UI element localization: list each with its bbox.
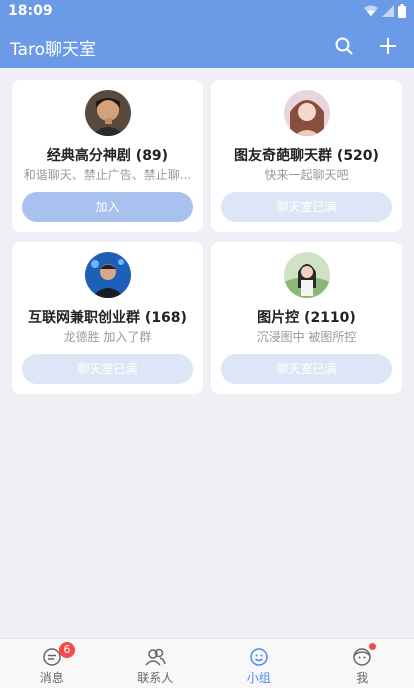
smile-icon — [250, 648, 268, 666]
group-avatar — [84, 252, 131, 298]
unread-badge: 6 — [59, 642, 75, 658]
tab-contacts[interactable]: 联系人 — [104, 639, 208, 688]
battery-icon — [398, 4, 406, 18]
group-avatar — [283, 90, 330, 136]
tab-label: 联系人 — [137, 671, 174, 685]
group-name: 经典高分神剧 (89) — [46, 148, 169, 164]
status-time: 18:09 — [8, 3, 53, 19]
tab-label: 我 — [356, 671, 369, 685]
app-bar: Taro聊天室 — [0, 24, 414, 68]
search-icon — [335, 37, 353, 55]
chatroom-full-button[interactable]: 聊天室已满 — [221, 354, 392, 384]
tab-label: 消息 — [39, 671, 64, 685]
tab-label: 小组 — [246, 671, 271, 685]
chatroom-full-button[interactable]: 聊天室已满 — [221, 192, 392, 222]
status-bar: 18:09 — [0, 0, 414, 24]
group-description: 沉浸图中 被图所控 — [256, 330, 357, 344]
wifi-icon — [364, 5, 378, 16]
join-button[interactable]: 加入 — [22, 192, 193, 222]
group-description: 快来一起聊天吧 — [264, 168, 349, 182]
app-title: Taro聊天室 — [10, 40, 97, 60]
group-card[interactable]: 图友奇葩聊天群 (520) 快来一起聊天吧 聊天室已满 — [211, 80, 402, 232]
group-card[interactable]: 互联网兼职创业群 (168) 龙德胜 加入了群 聊天室已满 — [12, 242, 203, 394]
group-card[interactable]: 图片控 (2110) 沉浸图中 被图所控 聊天室已满 — [211, 242, 402, 394]
plus-icon — [380, 38, 396, 54]
signal-icon — [382, 5, 394, 17]
group-name: 图片控 (2110) — [257, 310, 356, 326]
chatroom-full-button[interactable]: 聊天室已满 — [22, 354, 193, 384]
app-header: 18:09 Taro聊天室 — [0, 0, 414, 68]
tab-messages[interactable]: 消息 — [0, 639, 104, 688]
group-description: 和谐聊天、禁止广告、禁止聊... — [23, 168, 192, 182]
group-card[interactable]: 经典高分神剧 (89) 和谐聊天、禁止广告、禁止聊... 加入 — [12, 80, 203, 232]
tab-groups[interactable]: 小组 — [207, 639, 311, 688]
search-button[interactable] — [332, 34, 356, 58]
add-button[interactable] — [376, 34, 400, 58]
bottom-tab-bar: 消息 6 联系人 小组 我 — [0, 638, 414, 688]
group-name: 互联网兼职创业群 (168) — [28, 310, 187, 326]
group-avatar — [283, 252, 330, 298]
group-name: 图友奇葩聊天群 (520) — [234, 148, 379, 164]
contacts-icon — [145, 648, 166, 666]
group-avatar — [84, 90, 131, 136]
notification-dot — [369, 643, 376, 650]
group-description: 龙德胜 加入了群 — [63, 330, 152, 344]
status-icons — [364, 4, 406, 18]
tab-me[interactable]: 我 — [311, 639, 414, 688]
